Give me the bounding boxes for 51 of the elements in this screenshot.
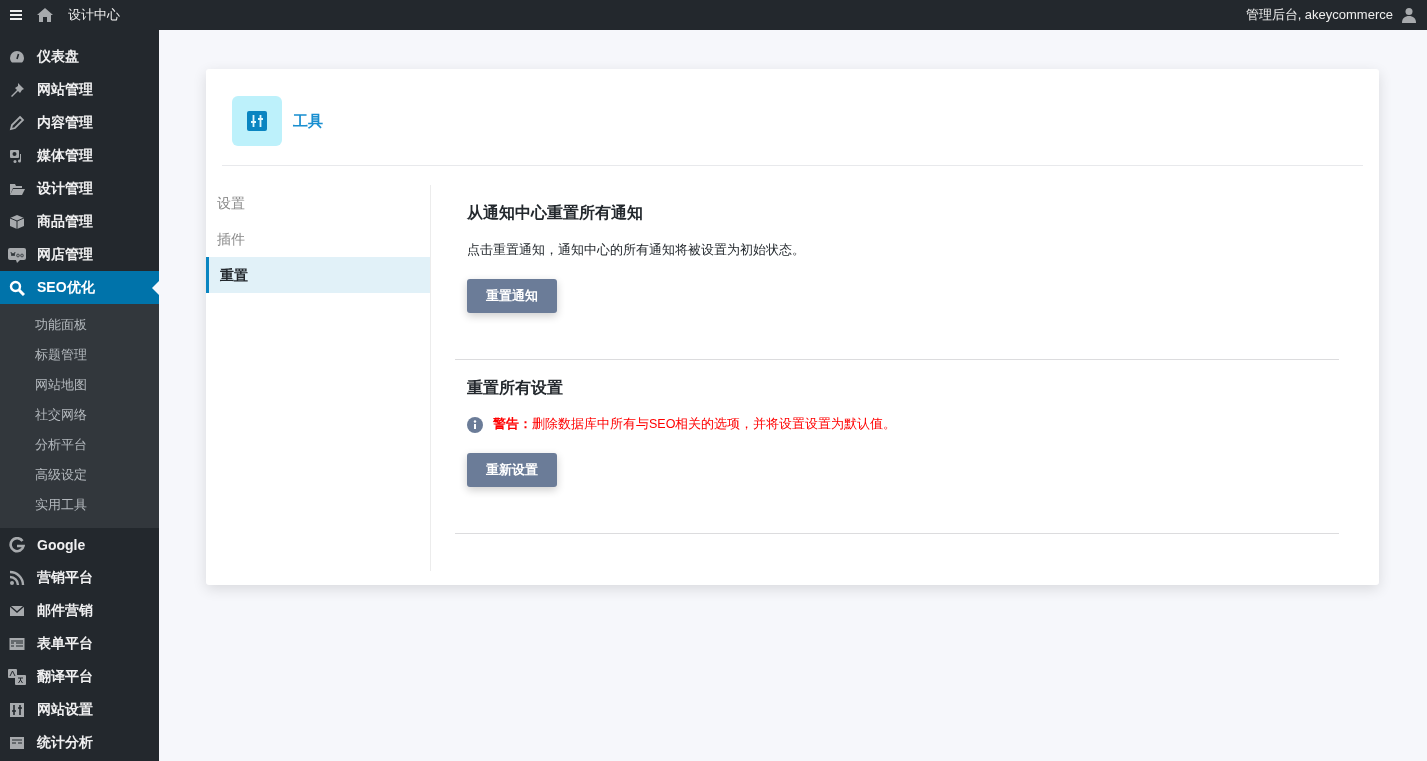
sidebar-item[interactable]: Google (0, 528, 159, 561)
sidebar-item[interactable]: 营销平台 (0, 561, 159, 594)
sidebar-item[interactable]: 商品管理 (0, 205, 159, 238)
nav-tab[interactable]: 插件 (206, 221, 430, 257)
section-title: 重置所有设置 (467, 378, 564, 398)
form-icon (9, 635, 25, 652)
box-icon (9, 213, 25, 230)
sidebar-item[interactable]: 邮件营销 (0, 594, 159, 627)
menu-icon[interactable] (10, 10, 22, 20)
rss-icon (9, 569, 25, 586)
sidebar-item[interactable]: 统计分析 (0, 726, 159, 759)
nav-tab[interactable]: 重置 (206, 257, 430, 293)
site-title[interactable]: 设计中心 (68, 6, 120, 24)
section-description: 点击重置通知，通知中心的所有通知将被设置为初始状态。 (467, 241, 806, 259)
reset-button[interactable]: 重新设置 (467, 453, 557, 487)
pin-icon (9, 81, 25, 98)
submenu-item[interactable]: 功能面板 (0, 310, 159, 340)
sidebar-item[interactable]: 仪表盘 (0, 40, 159, 73)
sidebar-item[interactable]: 内容管理 (0, 106, 159, 139)
home-icon[interactable] (36, 7, 54, 23)
warning-text: 警告：删除数据库中所有与SEO相关的选项，并将设置设置为默认值。 (493, 416, 897, 433)
section-title: 从通知中心重置所有通知 (467, 203, 644, 223)
search-icon (9, 279, 25, 296)
translate-icon (8, 668, 26, 685)
submenu-item[interactable]: 社交网络 (0, 400, 159, 430)
pencil-icon (9, 114, 25, 131)
nav-tab[interactable]: 设置 (206, 185, 430, 221)
account-name[interactable]: 管理后台, akeycommerce (1245, 6, 1393, 24)
submenu-item[interactable]: 标题管理 (0, 340, 159, 370)
submenu-item[interactable]: 高级设定 (0, 460, 159, 490)
sidebar-item[interactable]: 网站管理 (0, 73, 159, 106)
pointer-arrow-icon (152, 281, 159, 295)
sidebar-item[interactable]: 翻译平台 (0, 660, 159, 693)
submenu-item[interactable]: 分析平台 (0, 430, 159, 460)
submenu-item[interactable]: 实用工具 (0, 490, 159, 520)
speech-bubble-icon (8, 246, 26, 263)
sidebar-item[interactable]: SEO优化 (0, 271, 159, 304)
tools-badge-icon (232, 96, 282, 146)
sidebar-item[interactable]: 网站设置 (0, 693, 159, 726)
reset-button[interactable]: 重置通知 (467, 279, 557, 313)
sliders-icon (9, 701, 25, 718)
submenu-item[interactable]: 网站地图 (0, 370, 159, 400)
page-title: 工具 (293, 111, 323, 131)
sidebar-item[interactable]: 设计管理 (0, 172, 159, 205)
info-icon (467, 416, 483, 433)
sidebar-item[interactable]: 表单平台 (0, 627, 159, 660)
sidebar-item[interactable]: 网店管理 (0, 238, 159, 271)
user-icon[interactable] (1401, 7, 1417, 23)
g-logo-icon (9, 536, 25, 553)
gauge-icon (9, 48, 25, 65)
sidebar-item[interactable]: 媒体管理 (0, 139, 159, 172)
